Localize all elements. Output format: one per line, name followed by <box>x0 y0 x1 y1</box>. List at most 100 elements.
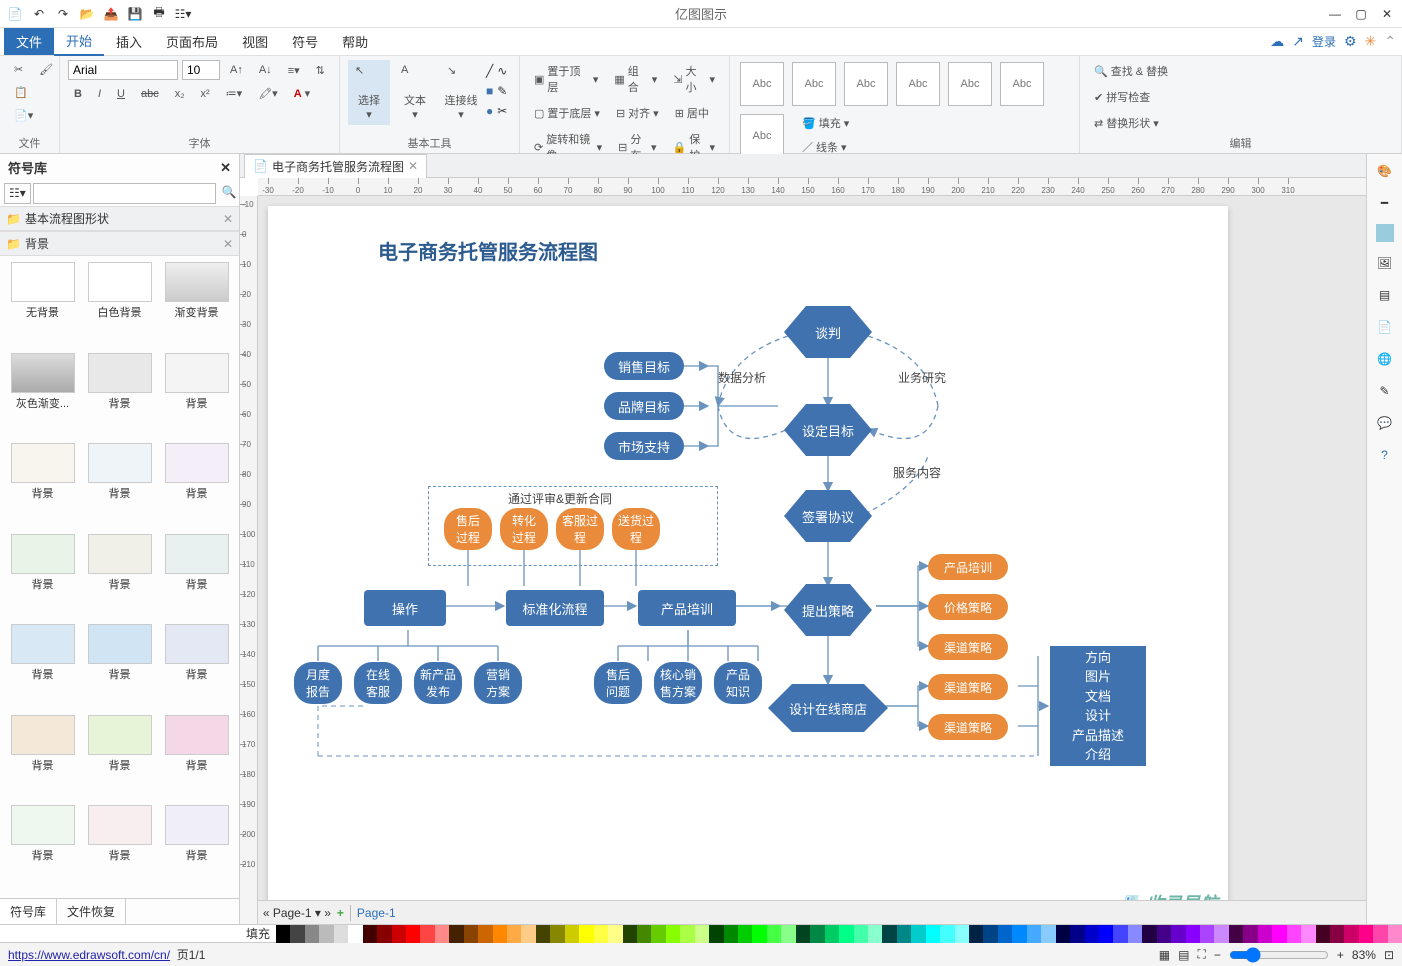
symbol-search-input[interactable] <box>33 183 216 204</box>
color-swatch[interactable] <box>1128 925 1142 943</box>
color-swatch[interactable] <box>1157 925 1171 943</box>
color-swatch[interactable] <box>781 925 795 943</box>
qat-export-icon[interactable]: 📤 <box>100 3 122 25</box>
color-swatch[interactable] <box>1287 925 1301 943</box>
color-swatch[interactable] <box>666 925 680 943</box>
format-painter-button[interactable]: 🖌 <box>33 60 59 79</box>
web-panel-icon[interactable]: 🌐 <box>1374 348 1396 370</box>
node-channel1[interactable]: 渠道策略 <box>928 634 1008 660</box>
color-swatch[interactable] <box>651 925 665 943</box>
node-market[interactable]: 市场支持 <box>604 432 684 460</box>
bg-thumb[interactable]: 背景 <box>160 353 233 440</box>
node-after[interactable]: 售后 问题 <box>594 662 642 704</box>
strike-button[interactable]: abc <box>135 85 165 103</box>
color-swatch[interactable] <box>1344 925 1358 943</box>
color-swatch[interactable] <box>305 925 319 943</box>
node-prodtrain[interactable]: 产品培训 <box>928 554 1008 580</box>
document-tab[interactable]: 📄 电子商务托管服务流程图 ✕ <box>244 154 427 178</box>
workspace[interactable]: 电子商务托管服务流程图 <box>258 196 1366 900</box>
text-tool-button[interactable]: A文本▾ <box>394 60 436 125</box>
share-icon[interactable]: ↗ <box>1292 33 1304 50</box>
bullets-button[interactable]: ≔▾ <box>220 84 249 103</box>
color-swatch[interactable] <box>290 925 304 943</box>
node-operate[interactable]: 操作 <box>364 590 446 626</box>
color-swatch[interactable] <box>623 925 637 943</box>
color-swatch[interactable] <box>536 925 550 943</box>
color-swatch[interactable] <box>998 925 1012 943</box>
color-swatch[interactable] <box>579 925 593 943</box>
color-swatch[interactable] <box>1085 925 1099 943</box>
color-swatch[interactable] <box>507 925 521 943</box>
italic-button[interactable]: I <box>92 85 107 103</box>
close-button[interactable]: ✕ <box>1376 3 1398 25</box>
login-link[interactable]: 登录 <box>1312 33 1336 50</box>
color-swatch[interactable] <box>1070 925 1084 943</box>
node-channel3[interactable]: 渠道策略 <box>928 714 1008 740</box>
page-label[interactable]: Page-1 <box>357 906 396 920</box>
color-swatch[interactable] <box>1258 925 1272 943</box>
zoom-fit-icon[interactable]: ⊡ <box>1384 948 1394 962</box>
color-swatch[interactable] <box>825 925 839 943</box>
style-preset-5[interactable]: Abc <box>948 62 992 106</box>
bring-front-button[interactable]: ▣ 置于顶层▾ <box>528 60 604 98</box>
color-swatch[interactable] <box>363 925 377 943</box>
help-panel-icon[interactable]: ? <box>1374 444 1396 466</box>
color-swatch[interactable] <box>435 925 449 943</box>
color-swatch[interactable] <box>983 925 997 943</box>
color-swatch[interactable] <box>521 925 535 943</box>
center-button[interactable]: ⊞ 居中 <box>669 102 715 124</box>
color-swatch[interactable] <box>897 925 911 943</box>
color-swatch[interactable] <box>1027 925 1041 943</box>
curve-shape-icon[interactable]: ∿ <box>497 64 507 78</box>
image-panel-icon[interactable]: 🖼 <box>1374 252 1396 274</box>
bg-thumb[interactable]: 背景 <box>83 353 156 440</box>
bg-thumb[interactable]: 背景 <box>6 715 79 802</box>
zoom-in-button[interactable]: + <box>1337 948 1344 962</box>
node-newprod[interactable]: 新产品 发布 <box>414 662 462 704</box>
color-swatch[interactable] <box>1099 925 1113 943</box>
color-swatch[interactable] <box>854 925 868 943</box>
node-ship-process[interactable]: 送货过 程 <box>612 508 660 550</box>
qat-print-icon[interactable]: 🖶 <box>148 3 170 25</box>
send-back-button[interactable]: ▢ 置于底层▾ <box>528 102 606 124</box>
color-swatch[interactable] <box>752 925 766 943</box>
fill-button[interactable]: 🪣 填充▾ <box>796 112 855 134</box>
node-train[interactable]: 产品培训 <box>638 590 736 626</box>
color-swatch[interactable] <box>724 925 738 943</box>
view-reading-icon[interactable]: ▤ <box>1178 948 1189 962</box>
spacing-button[interactable]: ⇅ <box>310 61 331 80</box>
search-icon[interactable]: 🔍 <box>218 183 241 204</box>
color-swatch[interactable] <box>406 925 420 943</box>
color-swatch[interactable] <box>1388 925 1402 943</box>
increase-font-button[interactable]: A↑ <box>224 61 249 79</box>
bg-thumb[interactable]: 背景 <box>160 715 233 802</box>
color-swatch[interactable] <box>334 925 348 943</box>
color-swatch[interactable] <box>464 925 478 943</box>
bg-thumb[interactable]: 白色背景 <box>83 262 156 349</box>
tab-close-icon[interactable]: ✕ <box>408 159 418 173</box>
group-button[interactable]: ▦ 组合▾ <box>608 60 663 98</box>
menu-tab-symbol[interactable]: 符号 <box>280 28 330 55</box>
font-color-button[interactable]: A▾ <box>288 84 316 103</box>
node-setgoal[interactable]: 设定目标 <box>784 404 872 456</box>
plugin-icon[interactable]: ✳ <box>1365 33 1377 50</box>
menu-tab-view[interactable]: 视图 <box>230 28 280 55</box>
rect-shape-icon[interactable]: ■ <box>486 84 493 98</box>
style-preset-4[interactable]: Abc <box>896 62 940 106</box>
qat-redo-icon[interactable]: ↷ <box>52 3 74 25</box>
node-online[interactable]: 在线 客服 <box>354 662 402 704</box>
crop-shape-icon[interactable]: ✂ <box>497 104 507 118</box>
color-swatch[interactable] <box>1186 925 1200 943</box>
color-swatch[interactable] <box>695 925 709 943</box>
bg-thumb[interactable]: 背景 <box>83 534 156 621</box>
color-swatch[interactable] <box>709 925 723 943</box>
color-swatch[interactable] <box>493 925 507 943</box>
menu-tab-insert[interactable]: 插入 <box>104 28 154 55</box>
ellipse-shape-icon[interactable]: ● <box>486 104 493 118</box>
align-button[interactable]: ≡▾ <box>282 61 306 80</box>
underline-button[interactable]: U <box>111 85 131 103</box>
minimize-button[interactable]: — <box>1324 3 1346 25</box>
node-negotiate[interactable]: 谈判 <box>784 306 872 358</box>
color-swatch[interactable] <box>1056 925 1070 943</box>
bg-thumb[interactable]: 渐变背景 <box>160 262 233 349</box>
